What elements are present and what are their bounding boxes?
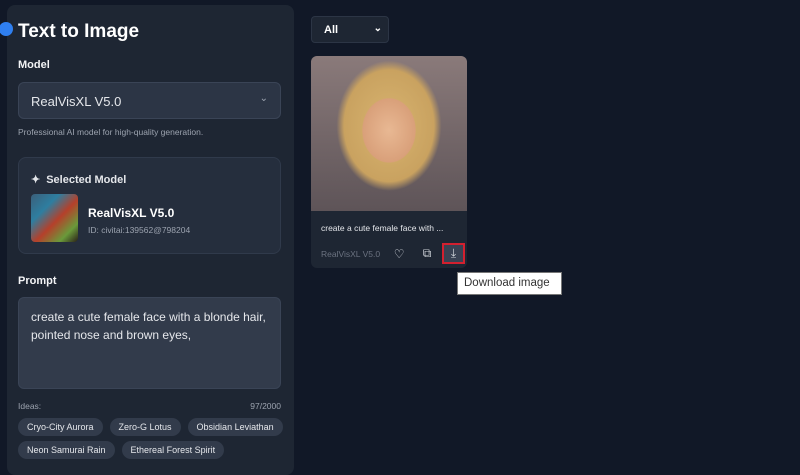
page-title: Text to Image xyxy=(18,21,140,42)
toggle-sidebar-button[interactable] xyxy=(0,22,13,36)
model-select-value: RealVisXL V5.0 xyxy=(31,94,122,109)
model-label: Model xyxy=(18,59,50,71)
idea-chip[interactable]: Neon Samurai Rain xyxy=(18,441,115,459)
selected-model-id: ID: civitai:139562@798204 xyxy=(88,225,191,235)
idea-chip[interactable]: Obsidian Leviathan xyxy=(187,418,283,436)
download-button[interactable]: ⤓ xyxy=(442,243,466,264)
chevron-down-icon: ⌄ xyxy=(259,93,268,104)
image-model: RealVisXL V5.0 xyxy=(321,248,381,259)
model-help-text: Professional AI model for high-quality g… xyxy=(18,127,204,137)
selected-model-name: RealVisXL V5.0 xyxy=(88,206,175,220)
image-card: create a cute female face with ... RealV… xyxy=(311,56,467,268)
filter-select[interactable]: All ⌄ xyxy=(311,16,389,43)
ideas-label: Ideas: xyxy=(18,401,42,411)
prompt-label: Prompt xyxy=(18,275,57,287)
char-count: 97/2000 xyxy=(250,401,281,411)
tooltip: Download image xyxy=(457,272,562,295)
idea-chip[interactable]: Ethereal Forest Spirit xyxy=(121,441,225,459)
image-caption: create a cute female face with ... xyxy=(321,223,444,233)
generated-image[interactable] xyxy=(311,56,467,211)
model-thumbnail xyxy=(31,194,78,242)
filter-value: All xyxy=(324,24,339,36)
copy-icon[interactable]: ⧉ xyxy=(418,245,436,263)
idea-chip[interactable]: Zero-G Lotus xyxy=(109,418,181,436)
magic-wand-icon: ✦ xyxy=(31,174,41,186)
prompt-textarea[interactable]: create a cute female face with a blonde … xyxy=(18,297,281,389)
selected-model-header: Selected Model xyxy=(46,173,127,186)
idea-chip[interactable]: Cryo-City Aurora xyxy=(18,418,103,436)
sidebar-panel: Text to Image Model RealVisXL V5.0 ⌄ Prof… xyxy=(0,5,294,475)
download-icon: ⤓ xyxy=(450,246,457,260)
chevron-down-icon: ⌄ xyxy=(373,23,382,34)
heart-icon[interactable]: ♡ xyxy=(390,245,408,263)
selected-model-card: ✦ Selected Model RealVisXL V5.0 ID: civit… xyxy=(18,157,281,254)
model-select[interactable]: RealVisXL V5.0 ⌄ xyxy=(18,82,281,119)
